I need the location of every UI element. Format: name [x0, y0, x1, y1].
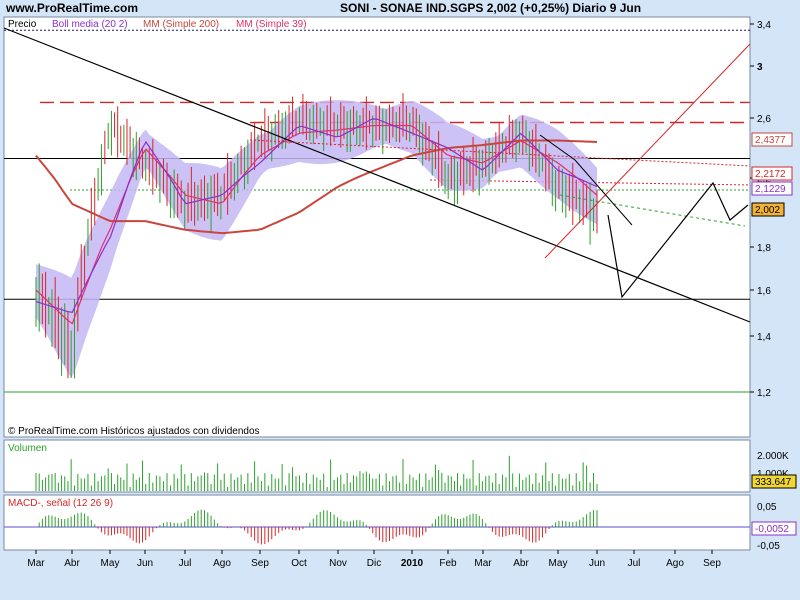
volume-panel — [3, 439, 751, 493]
x-tick-label: Mar — [27, 558, 45, 569]
x-tick-label: Jun — [137, 558, 153, 569]
macd-label: MACD-, señal (12 26 9) — [8, 498, 113, 509]
x-tick-label: Ago — [213, 558, 231, 569]
x-tick-label: Sep — [703, 558, 721, 569]
y-tick-label: 2,6 — [757, 114, 771, 125]
svg-text:2,1229: 2,1229 — [755, 184, 786, 195]
x-tick-label: Dic — [367, 558, 381, 569]
x-tick-label: Jul — [179, 558, 192, 569]
x-tick-label: Oct — [291, 558, 307, 569]
volume-label: Volumen — [8, 443, 47, 454]
y-tick-label: 1,6 — [757, 286, 771, 297]
badge-c: 2,1229 — [751, 181, 793, 196]
svg-text:2,4377: 2,4377 — [755, 135, 786, 146]
macd-tick: -0,05 — [757, 541, 780, 552]
y-tick-label: 1,2 — [757, 388, 771, 399]
stock-chart: 3,432,62,21,81,61,41,22.000K1.000K0,05-0… — [3, 16, 797, 569]
x-tick-label: May — [101, 558, 120, 569]
legend-boll: Boll media (20 2) — [52, 19, 128, 30]
x-tick-label: Ago — [666, 558, 684, 569]
badge-a: 2,4377 — [751, 132, 793, 147]
x-tick-label: Nov — [329, 558, 347, 569]
macd-tick: 0,05 — [757, 502, 777, 513]
x-tick-label: May — [549, 558, 568, 569]
svg-text:-0,0052: -0,0052 — [755, 524, 789, 535]
x-tick-label: Jun — [589, 558, 605, 569]
x-tick-label: Feb — [439, 558, 457, 569]
y-tick-label: 3 — [757, 62, 763, 73]
macd-badge: -0,0052 — [751, 521, 797, 536]
x-tick-label: Abr — [513, 558, 529, 569]
legend-mm200: MM (Simple 200) — [143, 19, 219, 30]
copyright-footer: © ProRealTime.com Históricos ajustados c… — [8, 426, 260, 437]
badge-last: 2,002 — [751, 202, 785, 217]
legend-mm39: MM (Simple 39) — [236, 19, 307, 30]
x-tick-label: Abr — [64, 558, 80, 569]
svg-text:2,002: 2,002 — [755, 205, 780, 216]
x-tick-label: Jul — [628, 558, 641, 569]
x-tick-label: Sep — [251, 558, 269, 569]
x-tick-label: Mar — [474, 558, 492, 569]
legend-price: Precio — [8, 19, 37, 30]
macd-panel — [3, 494, 751, 551]
volume-tick: 2.000K — [757, 451, 789, 462]
y-tick-label: 3,4 — [757, 20, 771, 31]
svg-text:2,2172: 2,2172 — [755, 169, 786, 180]
x-tick-label: 2010 — [401, 558, 424, 569]
badge-b: 2,2172 — [751, 166, 793, 181]
y-tick-label: 1,8 — [757, 243, 771, 254]
y-tick-label: 1,4 — [757, 332, 771, 343]
volume-badge: 333.647 — [751, 474, 797, 489]
svg-text:333.647: 333.647 — [755, 477, 792, 488]
